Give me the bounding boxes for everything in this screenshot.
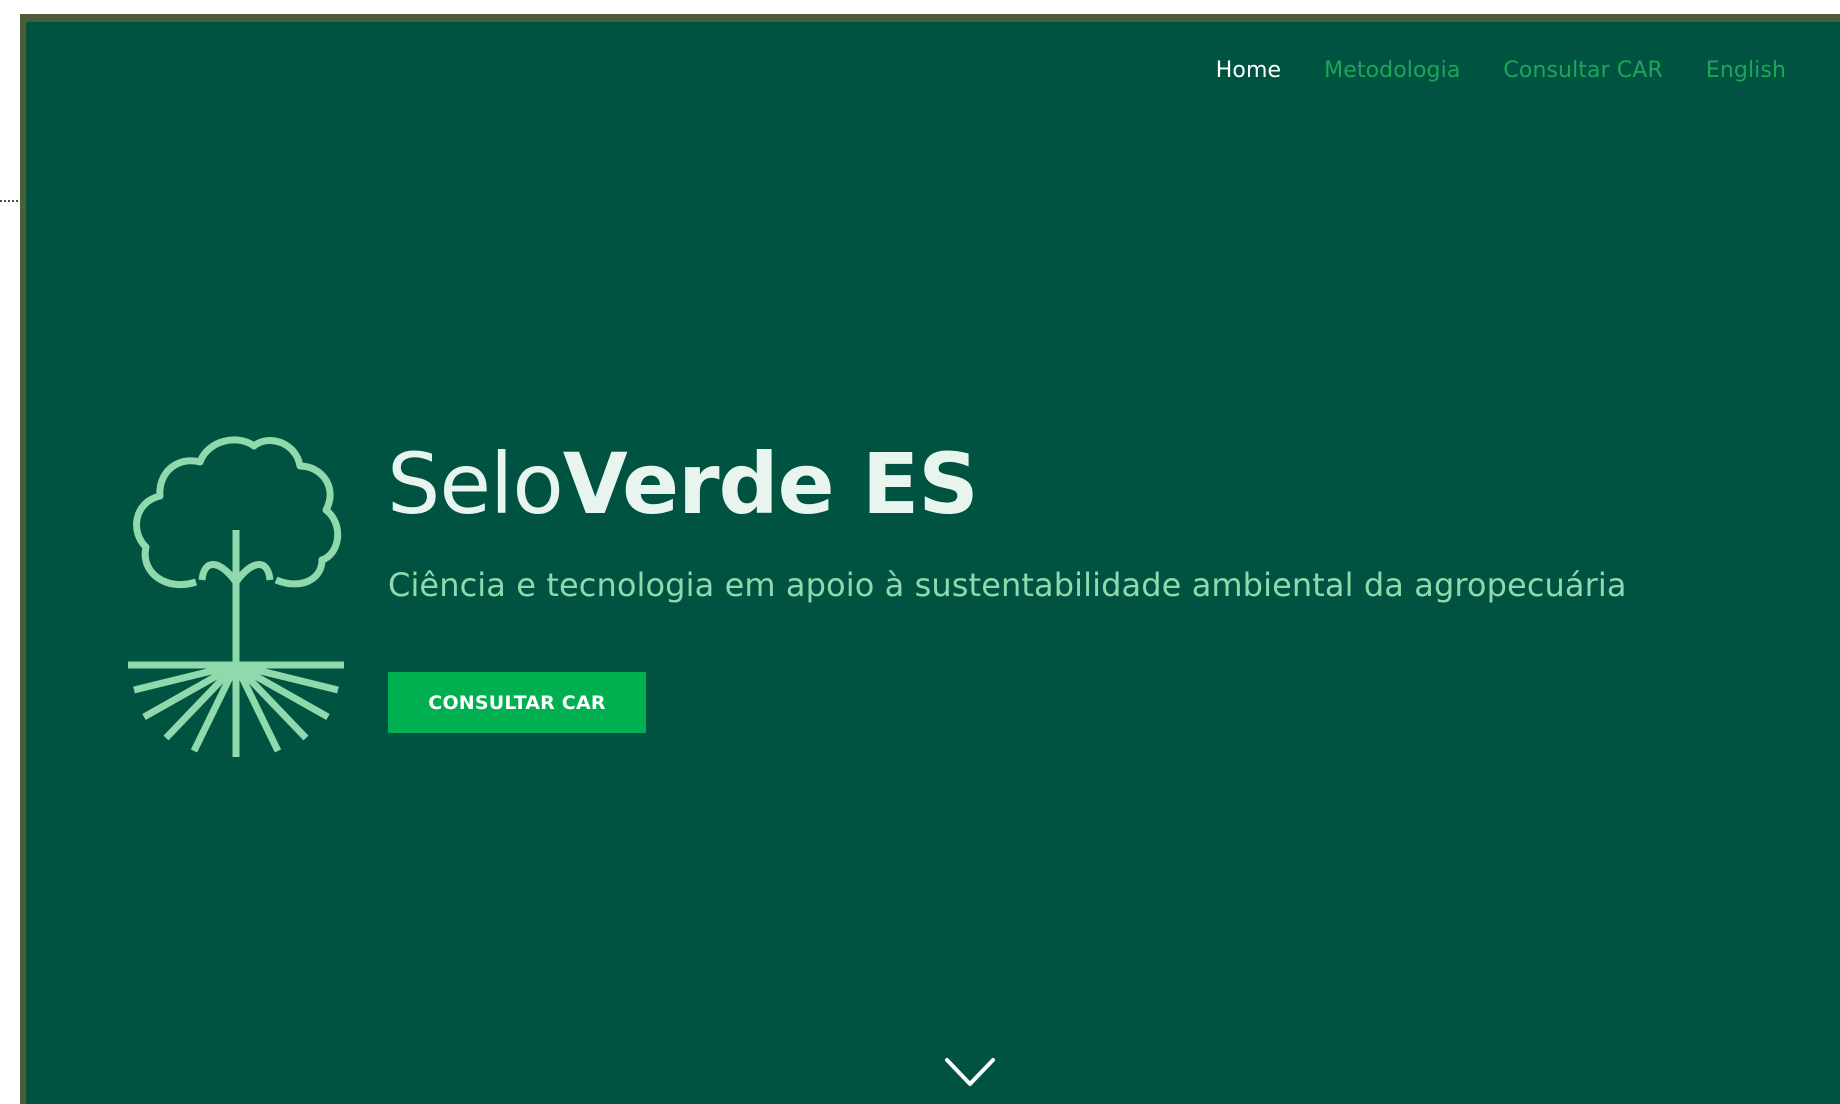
title-bold-part: Verde ES	[562, 435, 979, 533]
dotted-edge-marker	[0, 200, 22, 208]
nav-item-home[interactable]: Home	[1216, 58, 1281, 83]
title-light-part: Selo	[387, 435, 564, 533]
chevron-down-icon[interactable]	[944, 1056, 996, 1090]
hero-tagline: Ciência e tecnologia em apoio à sustenta…	[388, 566, 1627, 604]
page-title: SeloVerde ES	[387, 434, 979, 534]
nav-item-english[interactable]: English	[1706, 58, 1786, 83]
nav-item-consultar-car[interactable]: Consultar CAR	[1503, 58, 1662, 83]
nav-item-metodologia[interactable]: Metodologia	[1324, 58, 1460, 83]
top-navigation: Home Metodologia Consultar CAR English	[1216, 58, 1786, 83]
tree-roots-icon	[128, 436, 344, 757]
hero-section: Home Metodologia Consultar CAR English S…	[26, 22, 1840, 1104]
consultar-car-button[interactable]: CONSULTAR CAR	[388, 672, 646, 733]
